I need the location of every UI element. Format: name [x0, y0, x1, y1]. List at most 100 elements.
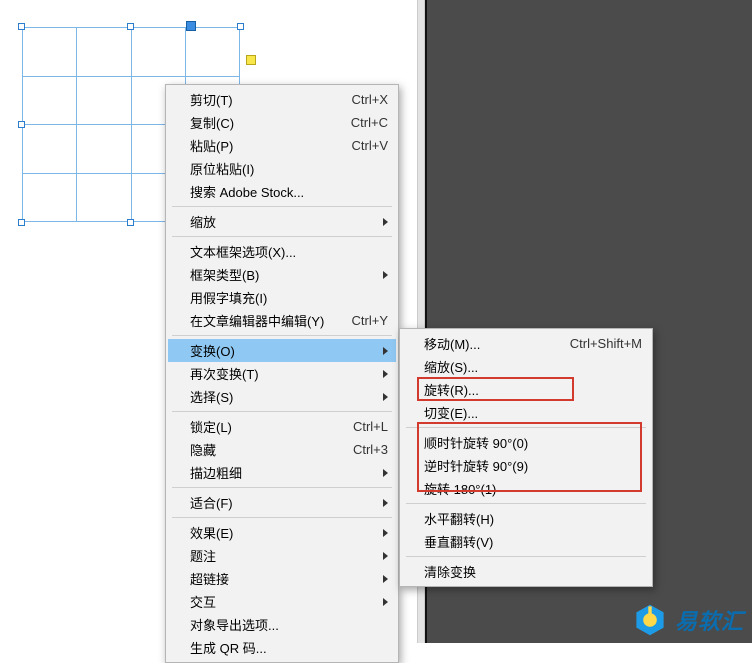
menu-item-label: 题注 — [190, 546, 377, 565]
submenu-item-flip-h[interactable]: 水平翻转(H) — [402, 507, 650, 530]
menu-item-cut[interactable]: 剪切(T) Ctrl+X — [168, 88, 396, 111]
menu-item-label: 移动(M)... — [424, 334, 560, 353]
menu-item-shortcut: Ctrl+V — [352, 138, 388, 153]
watermark-text: 易软汇 — [675, 604, 744, 636]
live-corner-icon[interactable] — [246, 55, 256, 65]
menu-item-label: 缩放(S)... — [424, 357, 642, 376]
menu-item-label: 文本框架选项(X)... — [190, 242, 388, 261]
menu-item-label: 交互 — [190, 592, 377, 611]
menu-item-label: 顺时针旋转 90°(0) — [424, 433, 642, 452]
menu-separator — [172, 206, 392, 207]
menu-item-label: 旋转 180°(1) — [424, 479, 642, 498]
menu-item-label: 复制(C) — [190, 113, 341, 132]
menu-item-select[interactable]: 选择(S) — [168, 385, 396, 408]
menu-item-label: 变换(O) — [190, 341, 377, 360]
menu-item-paste-in-place[interactable]: 原位粘贴(I) — [168, 157, 396, 180]
menu-separator — [172, 335, 392, 336]
menu-item-interactive[interactable]: 交互 — [168, 590, 396, 613]
submenu-arrow-icon — [383, 499, 388, 507]
menu-item-label: 垂直翻转(V) — [424, 532, 642, 551]
submenu-item-move[interactable]: 移动(M)... Ctrl+Shift+M — [402, 332, 650, 355]
object-anchor-icon[interactable] — [186, 21, 196, 31]
menu-item-label: 旋转(R)... — [424, 380, 642, 399]
selection-handle[interactable] — [18, 121, 25, 128]
menu-item-shortcut: Ctrl+Shift+M — [570, 336, 642, 351]
submenu-arrow-icon — [383, 529, 388, 537]
menu-item-edit-in-story[interactable]: 在文章编辑器中编辑(Y) Ctrl+Y — [168, 309, 396, 332]
selection-handle[interactable] — [18, 219, 25, 226]
menu-item-search-stock[interactable]: 搜索 Adobe Stock... — [168, 180, 396, 203]
menu-item-transform-again[interactable]: 再次变换(T) — [168, 362, 396, 385]
submenu-item-shear[interactable]: 切变(E)... — [402, 401, 650, 424]
menu-item-label: 描边粗细 — [190, 463, 377, 482]
menu-item-label: 生成 QR 码... — [190, 638, 388, 657]
submenu-arrow-icon — [383, 575, 388, 583]
transform-submenu: 移动(M)... Ctrl+Shift+M 缩放(S)... 旋转(R)... … — [399, 328, 653, 587]
submenu-arrow-icon — [383, 598, 388, 606]
watermark: 易软汇 — [633, 603, 744, 637]
menu-item-shortcut: Ctrl+3 — [353, 442, 388, 457]
menu-separator — [172, 487, 392, 488]
menu-item-label: 搜索 Adobe Stock... — [190, 182, 388, 201]
menu-item-label: 超链接 — [190, 569, 377, 588]
menu-item-hyperlinks[interactable]: 超链接 — [168, 567, 396, 590]
submenu-item-flip-v[interactable]: 垂直翻转(V) — [402, 530, 650, 553]
submenu-arrow-icon — [383, 271, 388, 279]
menu-item-label: 剪切(T) — [190, 90, 342, 109]
menu-item-label: 框架类型(B) — [190, 265, 377, 284]
menu-item-fit[interactable]: 适合(F) — [168, 491, 396, 514]
menu-item-label: 在文章编辑器中编辑(Y) — [190, 311, 342, 330]
menu-item-label: 再次变换(T) — [190, 364, 377, 383]
menu-item-label: 切变(E)... — [424, 403, 642, 422]
selection-handle[interactable] — [237, 23, 244, 30]
menu-separator — [406, 503, 646, 504]
selection-handle[interactable] — [18, 23, 25, 30]
menu-separator — [406, 556, 646, 557]
menu-item-label: 适合(F) — [190, 493, 377, 512]
menu-item-object-export[interactable]: 对象导出选项... — [168, 613, 396, 636]
menu-item-text-frame-options[interactable]: 文本框架选项(X)... — [168, 240, 396, 263]
menu-separator — [172, 517, 392, 518]
menu-item-label: 锁定(L) — [190, 417, 343, 436]
menu-item-hide[interactable]: 隐藏 Ctrl+3 — [168, 438, 396, 461]
submenu-item-scale[interactable]: 缩放(S)... — [402, 355, 650, 378]
submenu-arrow-icon — [383, 393, 388, 401]
submenu-item-clear[interactable]: 清除变换 — [402, 560, 650, 583]
submenu-item-rotate-cw[interactable]: 顺时针旋转 90°(0) — [402, 431, 650, 454]
submenu-arrow-icon — [383, 347, 388, 355]
menu-item-label: 粘贴(P) — [190, 136, 342, 155]
menu-item-label: 缩放 — [190, 212, 377, 231]
menu-item-label: 用假字填充(I) — [190, 288, 388, 307]
menu-item-fill-placeholder[interactable]: 用假字填充(I) — [168, 286, 396, 309]
menu-separator — [406, 427, 646, 428]
submenu-item-rotate[interactable]: 旋转(R)... — [402, 378, 650, 401]
menu-item-shortcut: Ctrl+L — [353, 419, 388, 434]
menu-item-label: 选择(S) — [190, 387, 377, 406]
submenu-arrow-icon — [383, 218, 388, 226]
menu-separator — [172, 411, 392, 412]
submenu-arrow-icon — [383, 552, 388, 560]
menu-item-paste[interactable]: 粘贴(P) Ctrl+V — [168, 134, 396, 157]
selection-handle[interactable] — [127, 23, 134, 30]
menu-item-zoom[interactable]: 缩放 — [168, 210, 396, 233]
menu-separator — [172, 236, 392, 237]
menu-item-label: 逆时针旋转 90°(9) — [424, 456, 642, 475]
selection-handle[interactable] — [127, 219, 134, 226]
menu-item-shortcut: Ctrl+X — [352, 92, 388, 107]
menu-item-captions[interactable]: 题注 — [168, 544, 396, 567]
menu-item-copy[interactable]: 复制(C) Ctrl+C — [168, 111, 396, 134]
submenu-item-rotate-180[interactable]: 旋转 180°(1) — [402, 477, 650, 500]
menu-item-generate-qr[interactable]: 生成 QR 码... — [168, 636, 396, 659]
menu-item-label: 效果(E) — [190, 523, 377, 542]
submenu-arrow-icon — [383, 370, 388, 378]
submenu-arrow-icon — [383, 469, 388, 477]
submenu-item-rotate-ccw[interactable]: 逆时针旋转 90°(9) — [402, 454, 650, 477]
menu-item-shortcut: Ctrl+Y — [352, 313, 388, 328]
menu-item-label: 清除变换 — [424, 562, 642, 581]
menu-item-lock[interactable]: 锁定(L) Ctrl+L — [168, 415, 396, 438]
menu-item-transform[interactable]: 变换(O) — [168, 339, 396, 362]
menu-item-stroke-weight[interactable]: 描边粗细 — [168, 461, 396, 484]
menu-item-effects[interactable]: 效果(E) — [168, 521, 396, 544]
menu-item-frame-type[interactable]: 框架类型(B) — [168, 263, 396, 286]
menu-item-label: 水平翻转(H) — [424, 509, 642, 528]
